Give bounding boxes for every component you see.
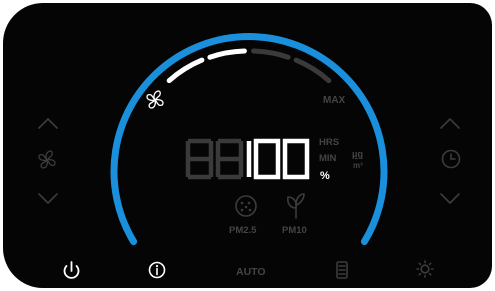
control-panel: MAX HRS MIN μg m³ % PM2.5 PM10 AUTO — [3, 3, 492, 288]
info-icon[interactable] — [148, 261, 166, 279]
fan-speed-arc — [166, 48, 332, 84]
fan-icon — [146, 90, 164, 109]
filter-icon[interactable] — [336, 261, 348, 279]
power-icon[interactable] — [63, 261, 80, 279]
unit-min: MIN — [319, 153, 337, 164]
auto-button[interactable]: AUTO — [236, 266, 266, 278]
brightness-icon[interactable] — [416, 260, 434, 278]
max-label: MAX — [323, 95, 346, 106]
pm10-label: PM10 — [282, 225, 307, 236]
unit-concentration-top: μg — [352, 149, 364, 159]
pm25-label: PM2.5 — [229, 225, 257, 236]
unit-hrs: HRS — [319, 137, 340, 148]
pm10-icon — [287, 193, 305, 219]
value-digits — [246, 138, 310, 180]
unit-concentration-bottom: m³ — [353, 161, 363, 170]
clock-icon[interactable] — [441, 149, 461, 169]
seven-segment-display — [185, 138, 310, 180]
left-down-chevron-icon[interactable] — [38, 193, 58, 204]
right-down-chevron-icon[interactable] — [440, 193, 460, 204]
dim-digits — [185, 138, 244, 180]
panel-graphics — [38, 33, 461, 279]
digit-0a — [253, 138, 281, 180]
unit-percent: % — [320, 170, 330, 182]
pm25-icon — [235, 195, 257, 217]
digit-0b — [282, 138, 310, 180]
left-fan-icon[interactable] — [38, 150, 56, 169]
left-up-chevron-icon[interactable] — [38, 118, 58, 129]
fan-level-segment-2 — [207, 48, 247, 60]
gauge-ring — [110, 33, 388, 246]
fan-level-segment-3 — [251, 48, 291, 60]
right-up-chevron-icon[interactable] — [440, 118, 460, 129]
